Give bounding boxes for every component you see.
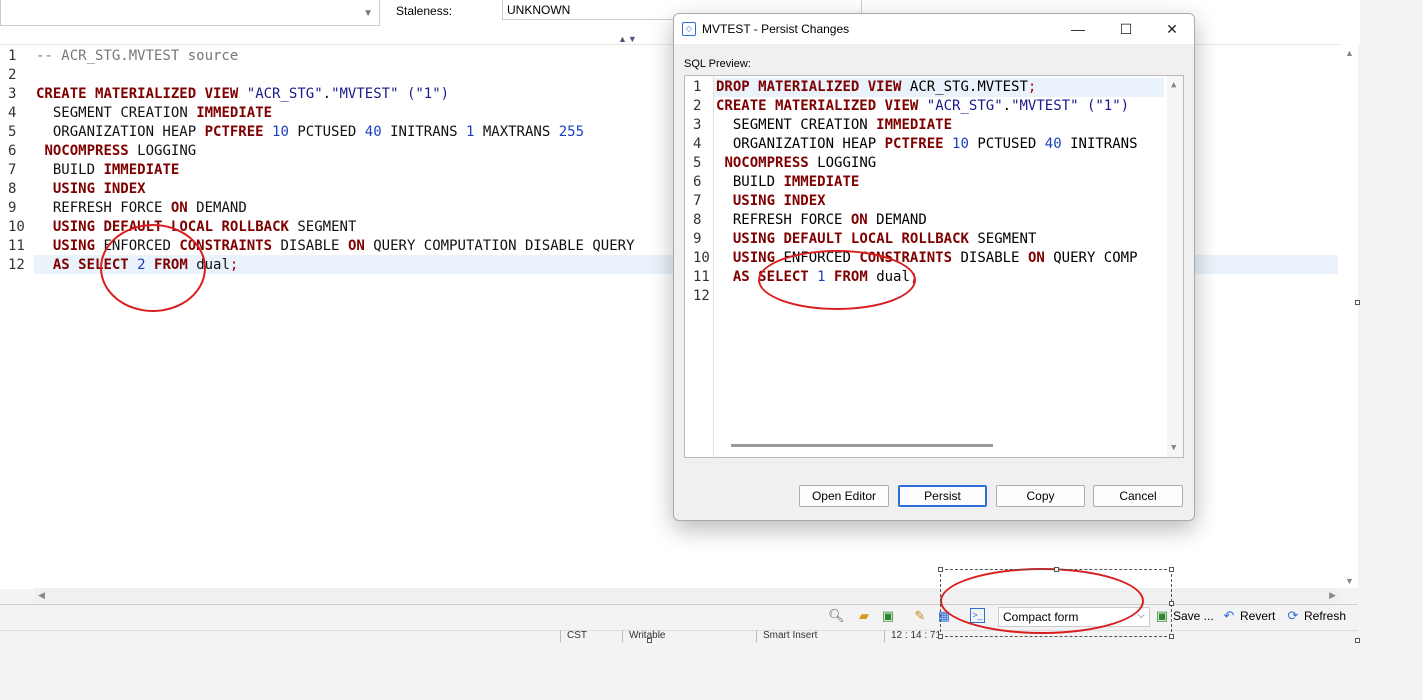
line-number: 9	[8, 200, 17, 216]
line-number: 6	[8, 143, 17, 159]
line-number: 8	[8, 181, 17, 197]
code-line: USING INDEX	[52, 181, 146, 197]
cancel-button[interactable]: Cancel	[1093, 485, 1183, 507]
code-line: USING INDEX	[732, 193, 826, 209]
preview-vertical-scrollbar[interactable]: ▲ ▼	[1167, 76, 1183, 457]
code-line: USING DEFAULT LOCAL ROLLBACK SEGMENT	[732, 231, 1037, 247]
code-line: REFRESH FORCE ON DEMAND	[732, 212, 927, 228]
line-number: 10	[693, 250, 710, 266]
code-line: USING DEFAULT LOCAL ROLLBACK SEGMENT	[52, 219, 357, 235]
dialog-title: MVTEST - Persist Changes	[702, 22, 850, 36]
line-number: 4	[8, 105, 17, 121]
scroll-left-icon[interactable]: ◀	[38, 590, 45, 601]
chevron-down-icon[interactable]: ▼	[363, 8, 373, 19]
staleness-label: Staleness:	[396, 4, 453, 18]
resize-handle[interactable]	[938, 634, 943, 639]
empty-panel	[0, 642, 1423, 700]
app-icon: ◇	[682, 22, 696, 36]
copy-button[interactable]: Copy	[996, 485, 1085, 507]
open-folder-icon[interactable]: ▰	[856, 608, 872, 624]
line-number: 9	[693, 231, 702, 247]
line-number: 8	[693, 212, 702, 228]
line-number: 2	[693, 98, 702, 114]
property-combo[interactable]: ▼	[0, 0, 380, 26]
scroll-up-icon[interactable]: ▲	[1171, 80, 1176, 90]
code-line: CREATE MATERIALIZED VIEW "ACR_STG"."MVTE…	[36, 86, 450, 102]
save-button[interactable]: Save ...	[1173, 609, 1214, 623]
resize-handle[interactable]	[1169, 567, 1174, 572]
persist-changes-dialog: ◇ MVTEST - Persist Changes — ☐ ✕ SQL Pre…	[673, 13, 1195, 521]
search-icon[interactable]: 🔍︎	[828, 608, 845, 624]
scroll-right-icon[interactable]: ▶	[1329, 590, 1336, 601]
revert-button[interactable]: Revert	[1240, 609, 1275, 623]
revert-icon[interactable]: ↶	[1221, 608, 1237, 624]
code-line: CREATE MATERIALIZED VIEW "ACR_STG"."MVTE…	[716, 98, 1130, 114]
editor-vertical-scrollbar[interactable]: ▲ ▼	[1340, 44, 1358, 588]
code-line: DROP MATERIALIZED VIEW ACR_STG.MVTEST;	[716, 79, 1037, 95]
line-number-gutter: 1 2 3 4 5 6 7 8 9 10 11 12	[0, 45, 34, 587]
status-mode: Writable	[622, 630, 749, 642]
splitter-toggle-icon[interactable]: ▲▼	[618, 34, 638, 44]
line-number: 2	[8, 67, 17, 83]
line-number: 11	[693, 269, 710, 285]
resize-handle[interactable]	[1169, 601, 1174, 606]
line-number: 12	[693, 288, 710, 304]
dialog-title-bar[interactable]: ◇ MVTEST - Persist Changes — ☐ ✕	[674, 14, 1194, 44]
annotation-circle-preview-select	[758, 250, 916, 310]
resize-handle[interactable]	[938, 567, 943, 572]
line-number-gutter: 1 2 3 4 5 6 7 8 9 10 11 12	[685, 76, 714, 457]
sql-preview-label: SQL Preview:	[684, 58, 751, 70]
line-number: 6	[693, 174, 702, 190]
scroll-down-icon[interactable]: ▼	[1345, 576, 1354, 586]
scroll-up-icon[interactable]: ▲	[1345, 48, 1354, 58]
line-number: 5	[8, 124, 17, 140]
line-number: 11	[8, 238, 25, 254]
line-number: 4	[693, 136, 702, 152]
save-disk-icon[interactable]: ▣	[880, 608, 896, 624]
resize-handle[interactable]	[1355, 638, 1360, 643]
line-number: 7	[693, 193, 702, 209]
preview-horizontal-scroll-thumb[interactable]	[731, 444, 993, 447]
code-line: ORGANIZATION HEAP PCTFREE 10 PCTUSED 40 …	[52, 124, 585, 140]
resize-handle[interactable]	[647, 638, 652, 643]
line-number: 1	[8, 48, 17, 64]
close-icon[interactable]: ✕	[1152, 18, 1192, 40]
sql-preview-editor[interactable]: 1 2 3 4 5 6 7 8 9 10 11 12 DROP MATERIAL…	[684, 75, 1184, 458]
code-line: -- ACR_STG.MVTEST source	[36, 48, 239, 64]
maximize-icon[interactable]: ☐	[1106, 18, 1146, 40]
annotation-circle-editor-select	[100, 224, 206, 312]
line-number: 3	[693, 117, 702, 133]
persist-button[interactable]: Persist	[898, 485, 987, 507]
code-line: ORGANIZATION HEAP PCTFREE 10 PCTUSED 40 …	[732, 136, 1138, 152]
line-number: 3	[8, 86, 17, 102]
code-line: SEGMENT CREATION IMMEDIATE	[732, 117, 953, 133]
resize-handle[interactable]	[1169, 634, 1174, 639]
code-line: SEGMENT CREATION IMMEDIATE	[52, 105, 273, 121]
line-number: 5	[693, 155, 702, 171]
line-number: 12	[8, 257, 25, 273]
open-editor-button[interactable]: Open Editor	[799, 485, 889, 507]
resize-handle[interactable]	[1054, 567, 1059, 572]
edit-icon[interactable]: ✎	[912, 608, 928, 624]
minimize-icon[interactable]: —	[1058, 18, 1098, 40]
scroll-down-icon[interactable]: ▼	[1171, 443, 1176, 453]
code-line: NOCOMPRESS LOGGING	[44, 143, 197, 159]
status-insert-mode: Smart Insert	[756, 630, 883, 642]
code-line: NOCOMPRESS LOGGING	[724, 155, 877, 171]
resize-handle[interactable]	[1355, 300, 1360, 305]
line-number: 7	[8, 162, 17, 178]
code-line: REFRESH FORCE ON DEMAND	[52, 200, 247, 216]
line-number: 1	[693, 79, 702, 95]
refresh-icon[interactable]: ⟳	[1285, 608, 1301, 624]
status-timezone: CST	[560, 630, 593, 642]
code-line: BUILD IMMEDIATE	[52, 162, 180, 178]
code-line: BUILD IMMEDIATE	[732, 174, 860, 190]
refresh-button[interactable]: Refresh	[1304, 609, 1346, 623]
line-number: 10	[8, 219, 25, 235]
selection-outline	[938, 567, 1174, 639]
